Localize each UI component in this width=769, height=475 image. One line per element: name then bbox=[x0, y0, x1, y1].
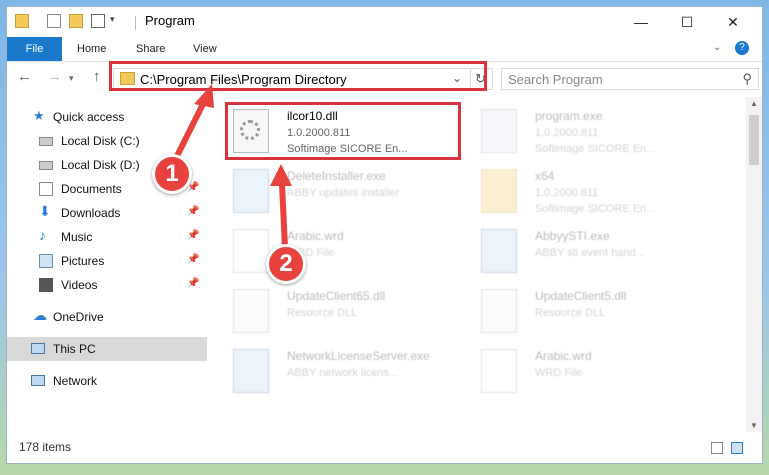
annotation-arrows bbox=[172, 84, 292, 251]
callout-1: 1 bbox=[152, 154, 192, 194]
callout-2: 2 bbox=[266, 244, 306, 284]
